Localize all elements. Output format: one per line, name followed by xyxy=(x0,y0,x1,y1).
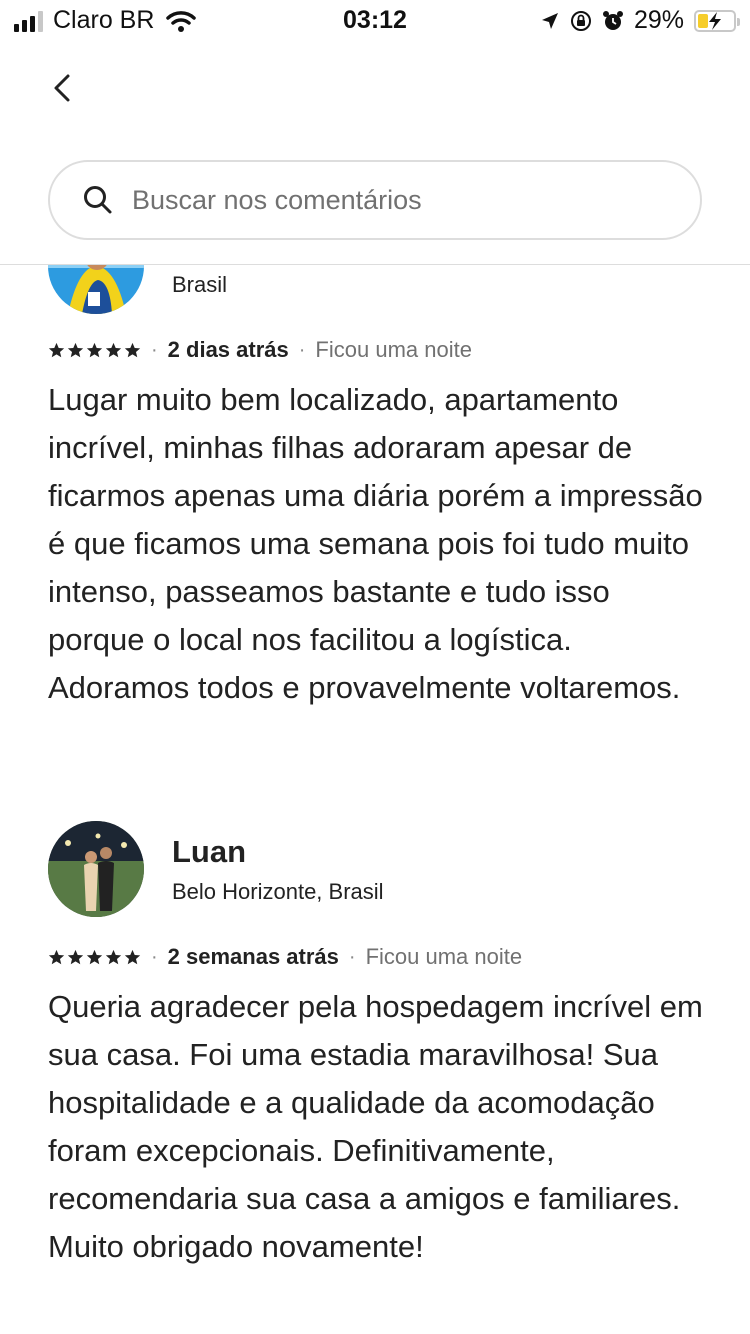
star-icon xyxy=(67,949,84,964)
back-button[interactable] xyxy=(44,68,84,108)
reviewer-name: Luan xyxy=(172,834,247,869)
star-icon xyxy=(67,342,84,357)
star-icon xyxy=(48,949,65,964)
star-icon xyxy=(86,342,103,357)
review-meta: · 2 semanas atrás · Ficou uma noite xyxy=(48,944,522,970)
separator-dot: · xyxy=(348,945,356,968)
star-rating xyxy=(48,342,141,359)
stay-length: Ficou uma noite xyxy=(315,337,472,362)
star-icon xyxy=(48,342,65,357)
stay-length: Ficou uma noite xyxy=(365,944,523,969)
review-text: Queria agradecer pela hospedagem incríve… xyxy=(48,989,703,1264)
star-rating xyxy=(48,949,141,966)
star-icon xyxy=(105,949,122,964)
separator-dot: · xyxy=(151,945,158,968)
battery-percentage: 29% xyxy=(633,6,684,34)
separator-dot: · xyxy=(298,338,306,361)
location-arrow-icon xyxy=(541,12,558,29)
separator-dot: · xyxy=(151,338,158,361)
orientation-lock-icon xyxy=(570,10,591,31)
alarm-icon xyxy=(602,10,623,30)
reviewer-location: Belo Horizonte, Brasil xyxy=(172,879,384,904)
star-icon xyxy=(124,949,141,964)
search-icon xyxy=(84,186,112,214)
avatar[interactable] xyxy=(48,265,144,314)
reviewer-location: Brasil xyxy=(172,272,228,297)
review-text: Lugar muito bem localizado, apartamento … xyxy=(48,382,703,705)
review-date: 2 semanas atrás xyxy=(167,944,339,969)
status-bar: Claro BR 03:12 29% xyxy=(0,0,750,44)
chevron-left-icon xyxy=(54,74,70,102)
star-icon xyxy=(124,342,141,357)
search-bar[interactable] xyxy=(48,160,702,240)
star-icon xyxy=(86,949,103,964)
avatar[interactable] xyxy=(48,821,144,917)
review-date: 2 dias atrás xyxy=(167,337,289,362)
review-meta: · 2 dias atrás · Ficou uma noite xyxy=(48,337,472,363)
search-input[interactable] xyxy=(130,183,674,217)
reviews-list[interactable]: Brasil · 2 dias atrás · Ficou uma noite … xyxy=(0,265,750,1334)
star-icon xyxy=(105,342,122,357)
battery-charging-icon xyxy=(694,9,740,32)
